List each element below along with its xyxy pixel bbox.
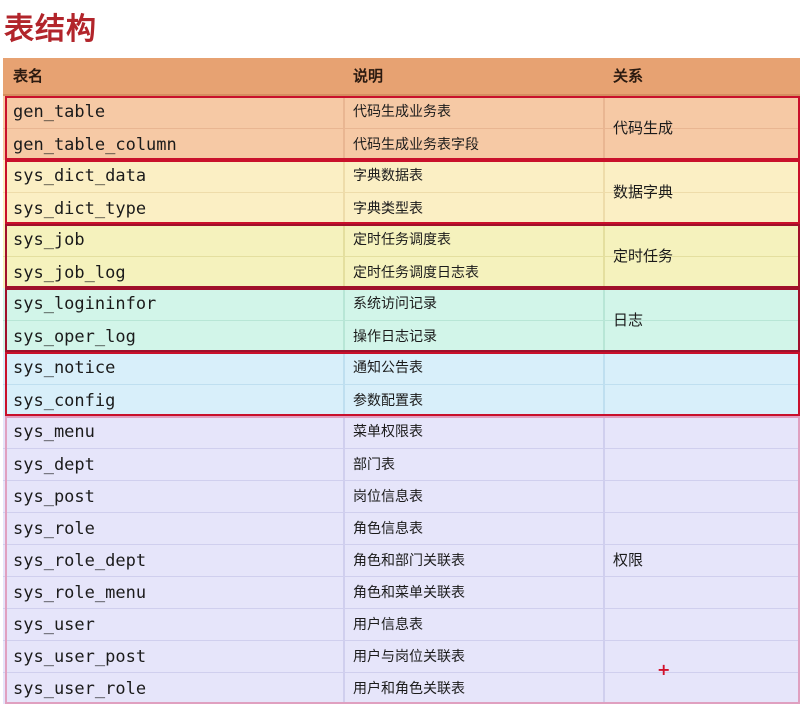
table-name-cell: sys_dept [13,455,95,475]
relation-cell: 权限 [613,551,644,569]
schema-table: 表名 说明 关系 gen_table 代码生成业务表 gen_table_colum… [3,58,800,704]
page-title: 表结构 [4,12,97,47]
table-name-cell: sys_role_dept [13,551,147,571]
row-group: sys_job 定时任务调度表 sys_job_log 定时任务调度日志表 定时任务 [3,224,800,288]
table-name-cell: sys_dict_data [13,166,147,186]
description-cell: 代码生成业务表字段 [353,137,479,153]
description-cell: 字典数据表 [353,168,423,184]
table-header: 表名 说明 关系 [3,58,800,96]
table-name-cell: sys_user_role [13,679,147,699]
description-cell: 代码生成业务表 [353,104,451,120]
description-cell: 定时任务调度日志表 [353,265,479,281]
table-name-cell: gen_table [13,102,106,122]
table-name-cell: sys_job [13,230,85,250]
table-name-cell: sys_role_menu [13,583,147,603]
table-name-cell: gen_table_column [13,135,177,155]
description-cell: 操作日志记录 [353,329,437,345]
row-group: sys_menu 菜单权限表 sys_dept 部门表 sys_post 岗位信息表 sys… [3,416,800,704]
row-group: sys_logininfor 系统访问记录 sys_oper_log 操作日志记录 日志 [3,288,800,352]
table-name-cell: sys_dict_type [13,199,147,219]
header-table-name: 表名 [13,67,44,85]
table-name-cell: sys_job_log [13,263,126,283]
table-name-cell: sys_config [13,391,116,411]
description-cell: 定时任务调度表 [353,232,451,248]
table-name-cell: sys_oper_log [13,327,136,347]
table-name-cell: sys_post [13,487,95,507]
description-cell: 通知公告表 [353,360,423,376]
relation-cell: 定时任务 [613,247,674,265]
description-cell: 字典类型表 [353,201,423,217]
description-cell: 部门表 [353,457,395,473]
description-cell: 角色和菜单关联表 [353,585,465,601]
relation-cell: 数据字典 [613,183,674,201]
header-description: 说明 [353,67,384,85]
description-cell: 菜单权限表 [353,424,423,440]
table-name-cell: sys_user_post [13,647,147,667]
table-name-cell: sys_logininfor [13,294,157,314]
plus-marker: + [657,660,671,679]
relation-cell: 代码生成 [613,119,674,137]
description-cell: 用户和角色关联表 [353,681,465,697]
table-name-cell: sys_user [13,615,95,635]
table-name-cell: sys_role [13,519,95,539]
table-name-cell: sys_menu [13,422,95,442]
description-cell: 岗位信息表 [353,489,423,505]
description-cell: 参数配置表 [353,393,423,409]
description-cell: 用户信息表 [353,617,423,633]
row-group: gen_table 代码生成业务表 gen_table_column 代码生成业务表字… [3,96,800,160]
description-cell: 系统访问记录 [353,296,437,312]
relation-cell: 日志 [613,311,644,329]
description-cell: 角色和部门关联表 [353,553,465,569]
description-cell: 角色信息表 [353,521,423,537]
description-cell: 用户与岗位关联表 [353,649,465,665]
row-group: sys_notice 通知公告表 sys_config 参数配置表 [3,352,800,416]
relation-cell [613,352,763,416]
table-name-cell: sys_notice [13,358,116,378]
row-group: sys_dict_data 字典数据表 sys_dict_type 字典类型表 数据字典 [3,160,800,224]
header-relation: 关系 [613,67,644,85]
